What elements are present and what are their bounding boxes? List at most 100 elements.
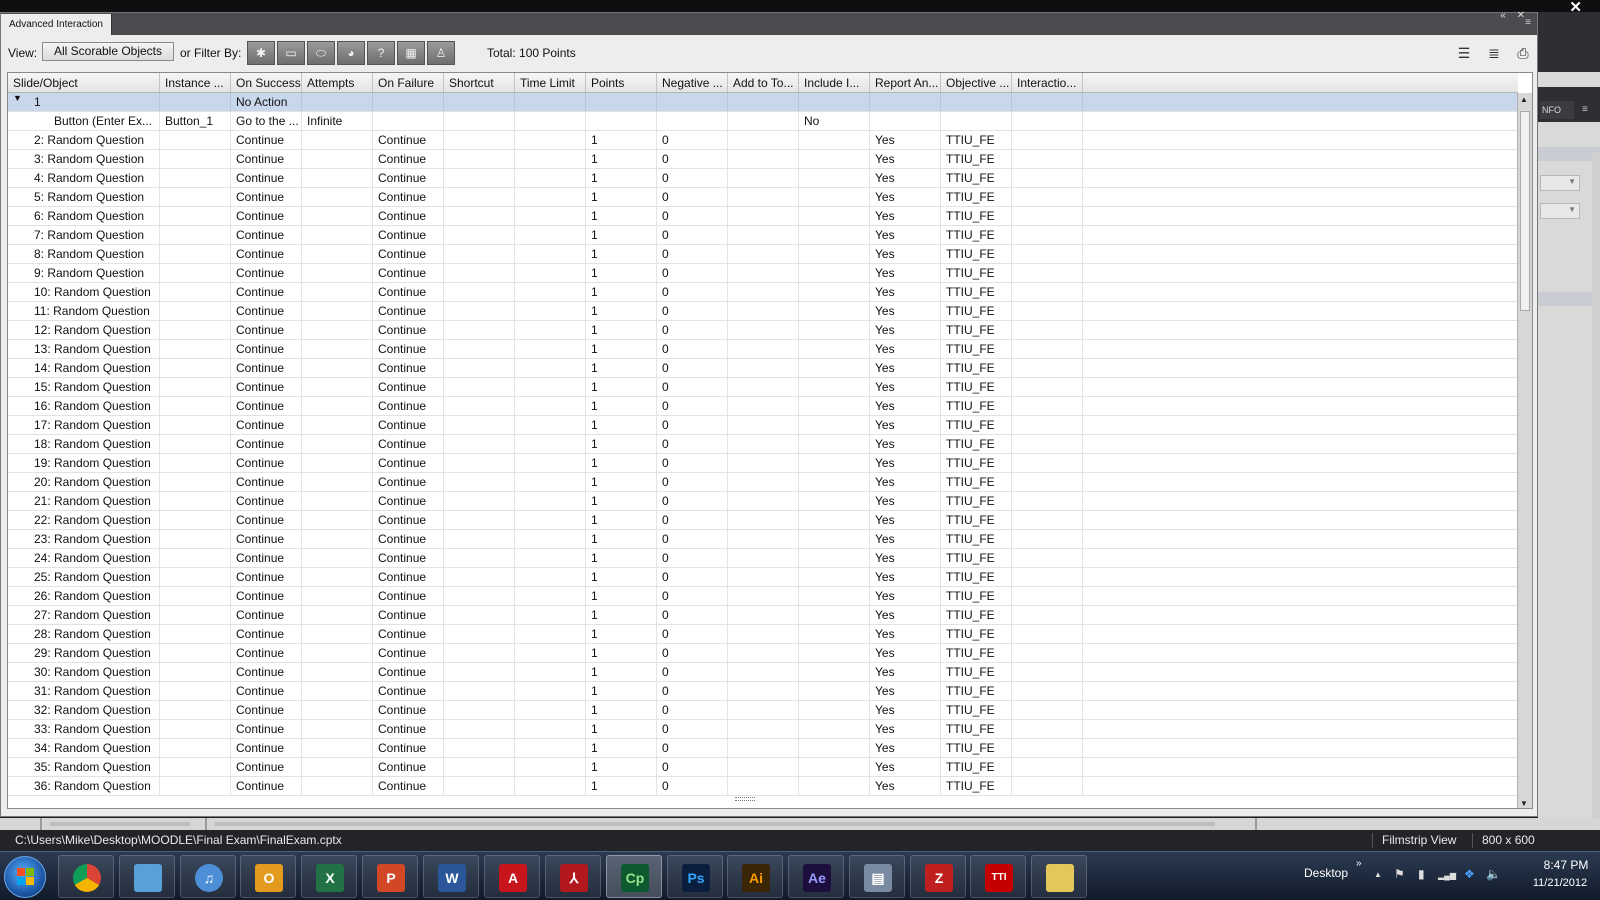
taskbar-button-powerpoint[interactable]: P <box>362 855 418 898</box>
filter-question-button[interactable]: ? <box>367 41 395 65</box>
table-row[interactable]: 27: Random Question Continue Continue 1 0 Yes… <box>8 606 1518 625</box>
scroll-down-icon[interactable]: ▼ <box>1520 799 1528 808</box>
column-header[interactable]: On Success <box>231 73 302 92</box>
filter-drag-drop-button[interactable]: ♙ <box>427 41 455 65</box>
column-header[interactable]: Attempts <box>302 73 373 92</box>
table-row[interactable]: 33: Random Question Continue Continue 1 0 Yes… <box>8 720 1518 739</box>
network-signal-icon[interactable]: ▂▄▆ <box>1438 871 1456 880</box>
filter-widget-button[interactable]: ▦ <box>397 41 425 65</box>
taskbar-button-illustrator[interactable]: Ai <box>727 855 783 898</box>
table-row[interactable]: 31: Random Question Continue Continue 1 0 Yes… <box>8 682 1518 701</box>
battery-icon[interactable]: ▮ <box>1418 867 1425 881</box>
filter-rollover-button[interactable]: ◕ <box>337 41 365 65</box>
table-row[interactable]: 10: Random Question Continue Continue 1 0 Yes… <box>8 283 1518 302</box>
table-row[interactable]: 28: Random Question Continue Continue 1 0 Yes… <box>8 625 1518 644</box>
column-header[interactable]: Add to To... <box>728 73 799 92</box>
table-row[interactable]: 8: Random Question Continue Continue 1 0 Yes T… <box>8 245 1518 264</box>
panel-dropdown[interactable]: ▼ <box>1540 175 1580 191</box>
column-header[interactable]: Time Limit <box>515 73 586 92</box>
start-button[interactable] <box>4 856 46 898</box>
table-row[interactable]: 5: Random Question Continue Continue 1 0 Yes T… <box>8 188 1518 207</box>
column-header[interactable]: On Failure <box>373 73 444 92</box>
table-row[interactable]: 16: Random Question Continue Continue 1 0 Yes… <box>8 397 1518 416</box>
taskbar-button-captivate[interactable]: Cp <box>606 855 662 898</box>
taskbar-button-itunes[interactable]: ♫ <box>180 855 236 898</box>
table-row[interactable]: 15: Random Question Continue Continue 1 0 Yes… <box>8 378 1518 397</box>
table-row[interactable]: 24: Random Question Continue Continue 1 0 Yes… <box>8 549 1518 568</box>
taskbar-button-chrome[interactable] <box>58 855 114 898</box>
table-row[interactable]: 25: Random Question Continue Continue 1 0 Yes… <box>8 568 1518 587</box>
view-select[interactable]: All Scorable Objects <box>42 42 174 61</box>
table-row[interactable]: 34: Random Question Continue Continue 1 0 Yes… <box>8 739 1518 758</box>
table-row[interactable]: 6: Random Question Continue Continue 1 0 Yes T… <box>8 207 1518 226</box>
table-row[interactable]: 23: Random Question Continue Continue 1 0 Yes… <box>8 530 1518 549</box>
table-row[interactable]: Button (Enter Ex... Button_1 Go to the ...… <box>8 112 1518 131</box>
column-header[interactable]: Include I... <box>799 73 870 92</box>
desktop-toolbar[interactable]: Desktop <box>1304 866 1348 880</box>
taskbar-button-scanner[interactable]: ▤ <box>849 855 905 898</box>
dropbox-icon[interactable]: ❖ <box>1464 867 1475 881</box>
view-mode-label[interactable]: Filmstrip View <box>1382 833 1456 847</box>
horizontal-scrollbar[interactable] <box>50 822 190 826</box>
table-group-row[interactable]: ▼ 1 No Action <box>8 93 1518 112</box>
panel-dropdown[interactable]: ▼ <box>1540 203 1580 219</box>
collapse-all-icon[interactable]: ☰ <box>1453 44 1475 62</box>
table-row[interactable]: 18: Random Question Continue Continue 1 0 Yes… <box>8 435 1518 454</box>
table-row[interactable]: 29: Random Question Continue Continue 1 0 Yes… <box>8 644 1518 663</box>
table-row[interactable]: 9: Random Question Continue Continue 1 0 Yes T… <box>8 264 1518 283</box>
scrollbar-thumb[interactable] <box>1520 111 1530 311</box>
table-row[interactable]: 12: Random Question Continue Continue 1 0 Yes… <box>8 321 1518 340</box>
table-row[interactable]: 35: Random Question Continue Continue 1 0 Yes… <box>8 758 1518 777</box>
filter-button-button[interactable]: ⬭ <box>307 41 335 65</box>
table-row[interactable]: 36: Random Question Continue Continue 1 0 Yes… <box>8 777 1518 796</box>
table-row[interactable]: 2: Random Question Continue Continue 1 0 Yes T… <box>8 131 1518 150</box>
table-row[interactable]: 32: Random Question Continue Continue 1 0 Yes… <box>8 701 1518 720</box>
tab-advanced-interaction[interactable]: Advanced Interaction <box>1 14 112 35</box>
action-center-flag-icon[interactable]: ⚑ <box>1394 867 1405 881</box>
filter-click-box-button[interactable]: ✱ <box>247 41 275 65</box>
filter-text-entry-button[interactable]: ▭ <box>277 41 305 65</box>
taskbar-button-word[interactable]: W <box>423 855 479 898</box>
table-row[interactable]: 7: Random Question Continue Continue 1 0 Yes T… <box>8 226 1518 245</box>
table-row[interactable]: 21: Random Question Continue Continue 1 0 Yes… <box>8 492 1518 511</box>
scroll-up-icon[interactable]: ▲ <box>1520 95 1528 104</box>
table-row[interactable]: 19: Random Question Continue Continue 1 0 Yes… <box>8 454 1518 473</box>
clock-date[interactable]: 11/21/2012 <box>1522 877 1598 889</box>
taskbar-button-excel[interactable]: X <box>301 855 357 898</box>
column-header[interactable]: Interactio... <box>1012 73 1083 92</box>
column-header[interactable]: Shortcut <box>444 73 515 92</box>
panel-scrollbar[interactable] <box>1592 152 1600 832</box>
clock-time[interactable]: 8:47 PM <box>1538 858 1594 872</box>
horizontal-scrollbar[interactable] <box>215 822 1215 826</box>
panel-info-tab[interactable]: NFO <box>1540 101 1574 119</box>
dialog-menu-icon[interactable]: ≡ <box>1525 17 1531 28</box>
taskbar-button-after-effects[interactable]: Ae <box>788 855 844 898</box>
column-header[interactable]: Slide/Object <box>8 73 160 92</box>
taskbar-button-filezilla[interactable]: Z <box>910 855 966 898</box>
table-row[interactable]: 4: Random Question Continue Continue 1 0 Yes T… <box>8 169 1518 188</box>
column-header[interactable]: Instance ... <box>160 73 231 92</box>
expand-all-icon[interactable]: ≣ <box>1483 44 1505 62</box>
vertical-scrollbar[interactable]: ▲ ▼ <box>1517 93 1532 808</box>
table-row[interactable]: 14: Random Question Continue Continue 1 0 Yes… <box>8 359 1518 378</box>
chevron-right-icon[interactable]: » <box>1356 858 1362 869</box>
show-hidden-icon[interactable]: ▲ <box>1374 870 1382 879</box>
table-row[interactable]: 17: Random Question Continue Continue 1 0 Yes… <box>8 416 1518 435</box>
taskbar-button-network-people[interactable] <box>119 855 175 898</box>
table-row[interactable]: 13: Random Question Continue Continue 1 0 Yes… <box>8 340 1518 359</box>
dialog-resize-grip[interactable] <box>735 797 755 801</box>
table-row[interactable]: 3: Random Question Continue Continue 1 0 Yes T… <box>8 150 1518 169</box>
table-row[interactable]: 11: Random Question Continue Continue 1 0 Yes… <box>8 302 1518 321</box>
panel-menu-icon[interactable]: ≡ <box>1582 104 1588 115</box>
taskbar-button-outlook[interactable]: O <box>240 855 296 898</box>
taskbar-button-ttiu[interactable]: TTI <box>970 855 1026 898</box>
table-row[interactable]: 26: Random Question Continue Continue 1 0 Yes… <box>8 587 1518 606</box>
table-row[interactable]: 30: Random Question Continue Continue 1 0 Yes… <box>8 663 1518 682</box>
taskbar-button-photoshop[interactable]: Ps <box>667 855 723 898</box>
taskbar-button-acrobat-reader[interactable]: ⅄ <box>545 855 601 898</box>
table-row[interactable]: 22: Random Question Continue Continue 1 0 Yes… <box>8 511 1518 530</box>
print-icon[interactable]: ⎙ <box>1512 44 1534 62</box>
column-header[interactable]: Points <box>586 73 657 92</box>
column-header[interactable]: Negative ... <box>657 73 728 92</box>
taskbar-button-folder[interactable] <box>1031 855 1087 898</box>
